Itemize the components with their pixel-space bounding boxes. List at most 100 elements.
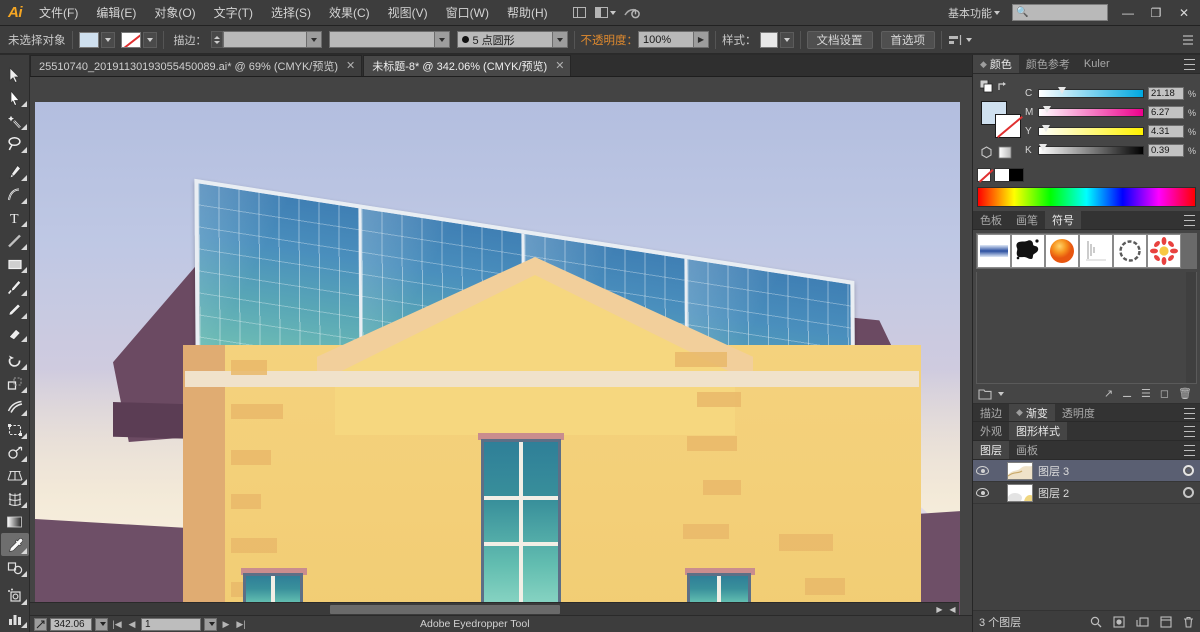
symbols-panel-menu-icon[interactable]	[1184, 215, 1196, 226]
type-tool[interactable]: T	[1, 206, 29, 229]
white-black-swatches[interactable]	[994, 168, 1024, 182]
brush-definition-dropdown[interactable]	[552, 31, 568, 48]
color-mode-icon[interactable]	[980, 146, 993, 164]
tab-layers[interactable]: 图层	[973, 441, 1009, 459]
screen-mode-icon[interactable]	[569, 3, 591, 23]
last-artboard-button[interactable]: ▶|	[235, 619, 247, 630]
tab-brushes[interactable]: 画笔	[1009, 211, 1045, 229]
menu-window[interactable]: 窗口(W)	[437, 0, 498, 26]
pen-tool[interactable]	[1, 160, 29, 183]
stroke-profile-field[interactable]	[328, 31, 435, 48]
artboard-number-field[interactable]: 1	[141, 617, 201, 631]
eyedropper-tool[interactable]	[0, 533, 29, 556]
artboard-navigation-icon[interactable]	[34, 617, 47, 631]
scale-tool[interactable]	[1, 372, 29, 395]
stroke-color-swatch[interactable]	[120, 31, 141, 48]
tab-appearance[interactable]: 外观	[973, 422, 1009, 440]
color-panel-menu-icon[interactable]	[1184, 59, 1196, 70]
document-tab-2[interactable]: 未标题-8* @ 342.06% (CMYK/预览) ✕	[363, 55, 572, 76]
direct-selection-tool[interactable]	[1, 86, 29, 109]
restore-button[interactable]: ❐	[1142, 0, 1170, 26]
zoom-level-field[interactable]: 342.06	[50, 617, 92, 631]
visibility-toggle-icon[interactable]	[973, 466, 992, 475]
zoom-level-dropdown[interactable]	[95, 617, 108, 631]
layer-row[interactable]: 图层 2	[973, 482, 1200, 504]
none-color-swatch[interactable]	[977, 168, 991, 182]
menu-type[interactable]: 文字(T)	[205, 0, 262, 26]
symbol-thin-lines[interactable]	[1079, 234, 1113, 268]
symbol-wreath-ring[interactable]	[1113, 234, 1147, 268]
channel-slider-k[interactable]	[1038, 144, 1144, 155]
menu-view[interactable]: 视图(V)	[379, 0, 437, 26]
minimize-button[interactable]: —	[1114, 0, 1142, 26]
selection-tool[interactable]	[1, 63, 29, 86]
graphic-style-swatch[interactable]	[759, 31, 778, 48]
line-segment-tool[interactable]	[1, 229, 29, 252]
locate-object-icon[interactable]	[1090, 616, 1102, 628]
tab-stroke[interactable]: 描边	[973, 404, 1009, 421]
tab-transparency[interactable]: 透明度	[1054, 404, 1102, 421]
menu-select[interactable]: 选择(S)	[262, 0, 320, 26]
magic-wand-tool[interactable]	[1, 109, 29, 132]
brush-definition-field[interactable]: 5 点圆形	[456, 31, 553, 48]
layer-name[interactable]: 图层 3	[1038, 463, 1183, 479]
symbol-options-icon[interactable]: ☰	[1141, 387, 1151, 400]
tab-artboards[interactable]: 画板	[1009, 441, 1045, 459]
go-to-bridge-icon[interactable]	[621, 3, 643, 23]
rotate-tool[interactable]	[1, 349, 29, 372]
layer-target-indicator[interactable]	[1183, 465, 1194, 476]
create-new-sublayer-icon[interactable]	[1136, 616, 1149, 628]
new-symbol-icon[interactable]: ◻	[1160, 387, 1169, 400]
tab-kuler[interactable]: Kuler	[1076, 55, 1117, 73]
current-tool-label[interactable]: Adobe Eyedropper Tool	[420, 618, 530, 630]
tab-gradient[interactable]: ◆ 渐变	[1009, 404, 1055, 421]
first-artboard-button[interactable]: |◀	[111, 619, 123, 630]
break-link-icon[interactable]: ⚊	[1122, 387, 1132, 400]
document-setup-button[interactable]: 文档设置	[806, 30, 873, 49]
channel-value-y[interactable]: 4.31	[1148, 125, 1184, 138]
opacity-dropdown[interactable]: ▶	[694, 31, 709, 48]
place-symbol-instance-icon[interactable]: ↗	[1104, 387, 1113, 400]
next-artboard-button[interactable]: ▶	[220, 619, 232, 630]
layers-panel-menu-icon[interactable]	[1184, 445, 1196, 456]
default-colors-icon[interactable]	[979, 79, 993, 98]
fill-dropdown-button[interactable]	[100, 31, 115, 48]
symbol-sprayer-tool[interactable]	[1, 584, 29, 607]
artboard-illustration[interactable]	[35, 102, 960, 615]
stroke-profile-dropdown[interactable]	[434, 31, 450, 48]
layer-target-indicator[interactable]	[1183, 487, 1194, 498]
delete-selection-icon[interactable]	[1183, 616, 1194, 628]
symbols-list-body[interactable]	[976, 272, 1197, 384]
fill-stroke-indicator[interactable]	[981, 101, 1021, 139]
symbols-scrollbar[interactable]	[1186, 272, 1196, 383]
lasso-tool[interactable]	[1, 132, 29, 155]
stroke-group-menu-icon[interactable]	[1184, 408, 1196, 419]
channel-value-m[interactable]: 6.27	[1148, 106, 1184, 119]
menu-file[interactable]: 文件(F)	[30, 0, 87, 26]
color-spectrum-bar[interactable]	[977, 187, 1196, 207]
visibility-toggle-icon[interactable]	[973, 488, 992, 497]
stroke-dropdown-button[interactable]	[142, 31, 157, 48]
stroke-weight-stepper[interactable]	[210, 31, 223, 48]
layer-row[interactable]: 图层 3	[973, 460, 1200, 482]
shape-builder-tool[interactable]	[1, 441, 29, 464]
channel-slider-m[interactable]	[1038, 106, 1144, 117]
stroke-weight-dropdown[interactable]	[306, 31, 322, 48]
rectangle-tool[interactable]	[1, 252, 29, 275]
channel-value-c[interactable]: 21.18	[1148, 87, 1184, 100]
channel-slider-c[interactable]	[1038, 87, 1144, 98]
create-new-layer-icon[interactable]	[1160, 615, 1172, 628]
close-icon[interactable]: ✕	[346, 60, 355, 72]
eraser-tool[interactable]	[1, 321, 29, 344]
canvas-horizontal-scrollbar[interactable]: ▶ ◀	[30, 602, 959, 615]
channel-value-k[interactable]: 0.39	[1148, 144, 1184, 157]
stroke-weight-field[interactable]	[222, 31, 307, 48]
pencil-tool[interactable]	[1, 298, 29, 321]
workspace-switcher[interactable]: 基本功能	[942, 2, 1006, 24]
menu-help[interactable]: 帮助(H)	[498, 0, 557, 26]
column-graph-tool[interactable]	[1, 607, 29, 630]
tab-color-guide[interactable]: 颜色参考	[1018, 55, 1077, 73]
canvas-area[interactable]	[30, 77, 972, 615]
blend-tool[interactable]	[1, 556, 29, 579]
mesh-tool[interactable]	[1, 487, 29, 510]
